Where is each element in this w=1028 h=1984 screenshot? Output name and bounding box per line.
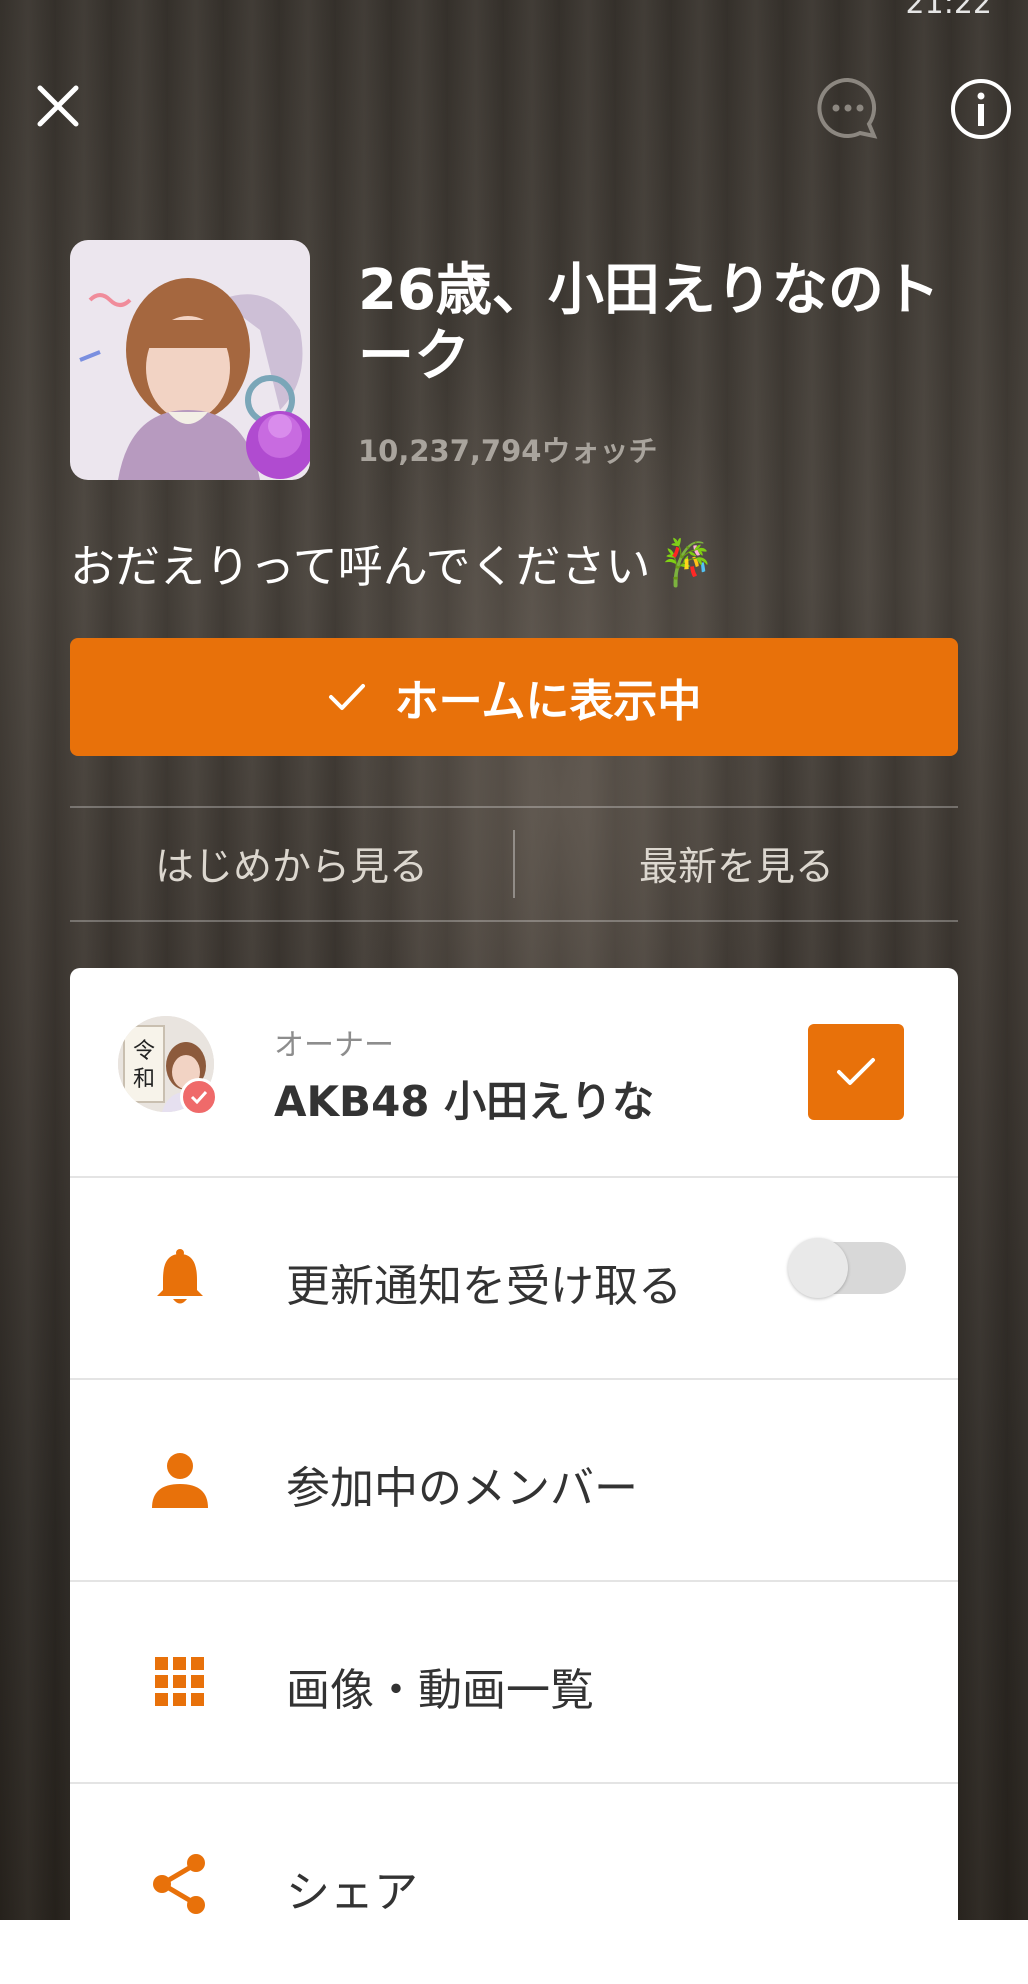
checkmark-icon: [837, 1058, 875, 1085]
description-text: おだえりって呼んでください: [70, 540, 651, 593]
show-on-home-label: ホームに表示中: [394, 676, 702, 727]
menu-item-media[interactable]: 画像・動画一覧: [70, 1582, 958, 1784]
bamboo-emoji: 🎋: [658, 536, 715, 589]
avatar-portrait-image: [70, 240, 310, 480]
talk-avatar: [70, 240, 310, 480]
tab-from-start[interactable]: はじめから見る: [70, 808, 513, 920]
notifications-label: 更新通知を受け取る: [286, 1261, 682, 1312]
menu-item-notifications[interactable]: 更新通知を受け取る: [70, 1178, 958, 1380]
owner-checkbox[interactable]: [808, 1024, 904, 1120]
settings-card: 令 和 オーナー AKB48 小田えりな 更新通知を受け取る 参加中のメンバー …: [70, 968, 958, 1948]
talk-description: おだえりって呼んでください 🎋: [70, 530, 715, 595]
status-time: 21:22: [905, 0, 992, 21]
media-label: 画像・動画一覧: [286, 1665, 594, 1716]
menu-item-share[interactable]: シェア: [70, 1784, 958, 1984]
owner-avatar-text-1: 令: [133, 1039, 155, 1064]
status-bar: 21:22: [0, 0, 1028, 21]
show-on-home-button[interactable]: ホームに表示中: [70, 638, 958, 756]
owner-name: AKB48 小田えりな: [274, 1077, 655, 1126]
share-icon: [148, 1852, 212, 1916]
bell-icon: [148, 1246, 212, 1310]
owner-sublabel: オーナー: [274, 1028, 394, 1063]
verified-badge: [180, 1078, 218, 1116]
info-icon: [951, 79, 1011, 139]
check-icon: [328, 684, 365, 710]
close-button[interactable]: [30, 78, 86, 134]
menu-item-members[interactable]: 参加中のメンバー: [70, 1380, 958, 1582]
view-tabs: はじめから見る 最新を見る: [70, 806, 958, 922]
notifications-toggle[interactable]: [788, 1238, 906, 1298]
toggle-knob: [788, 1238, 848, 1298]
members-label: 参加中のメンバー: [286, 1463, 638, 1514]
person-icon: [148, 1448, 212, 1512]
chat-bubble-icon: [817, 77, 878, 139]
share-label: シェア: [286, 1867, 418, 1918]
watch-count: 10,237,794ウォッチ: [358, 434, 658, 468]
grid-icon: [148, 1650, 212, 1714]
owner-row[interactable]: 令 和 オーナー AKB48 小田えりな: [70, 968, 958, 1178]
close-icon: [37, 85, 79, 127]
chat-button[interactable]: [816, 76, 880, 140]
verified-check-icon: [190, 1090, 208, 1104]
info-button[interactable]: [948, 76, 1014, 142]
owner-avatar-text-2: 和: [133, 1067, 155, 1092]
talk-title: 26歳、小田えりなのトーク: [358, 258, 940, 389]
tab-latest[interactable]: 最新を見る: [515, 808, 958, 920]
